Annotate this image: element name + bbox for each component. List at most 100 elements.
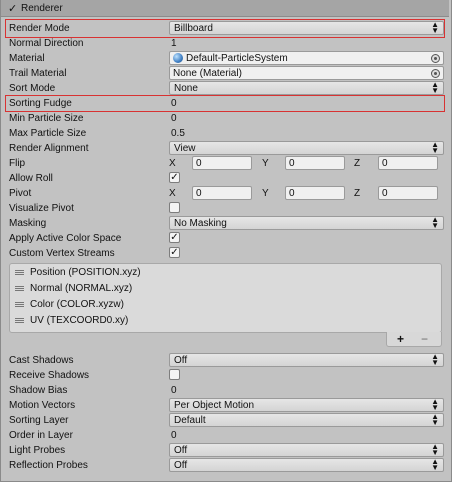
light-probes-dropdown[interactable]: Off ▲ ▼	[169, 443, 444, 457]
pivot-label: Pivot	[9, 188, 32, 199]
material-row: Material Default-ParticleSystem	[0, 51, 452, 66]
flip-y-value: 0	[289, 158, 295, 169]
flip-x-field[interactable]: 0	[192, 156, 252, 170]
receive-shadows-label: Receive Shadows	[9, 370, 90, 381]
masking-label: Masking	[9, 218, 47, 229]
add-stream-button[interactable]: +	[397, 332, 404, 346]
max-particle-size-value[interactable]: 0.5	[171, 128, 185, 139]
cast-shadows-dropdown[interactable]: Off ▲ ▼	[169, 353, 444, 367]
pivot-x-field[interactable]: 0	[192, 186, 252, 200]
min-particle-size-label: Min Particle Size	[9, 113, 84, 124]
allow-roll-checkbox[interactable]: ✓	[169, 172, 180, 183]
reflection-probes-row: Reflection Probes Off ▲ ▼	[0, 458, 452, 473]
drag-handle-icon[interactable]	[15, 286, 24, 291]
custom-vertex-streams-checkbox[interactable]: ✓	[169, 247, 180, 258]
sort-mode-row: Sort Mode None ▲ ▼	[0, 81, 452, 96]
trail-material-field[interactable]: None (Material)	[169, 66, 444, 80]
dropdown-arrow-icon: ▲ ▼	[431, 397, 439, 412]
drag-handle-icon[interactable]	[15, 318, 24, 323]
masking-dropdown[interactable]: No Masking ▲ ▼	[169, 216, 444, 230]
normal-direction-row: Normal Direction 1	[0, 36, 452, 51]
order-in-layer-value[interactable]: 0	[171, 430, 177, 441]
drag-handle-icon[interactable]	[15, 302, 24, 307]
motion-vectors-label: Motion Vectors	[9, 400, 76, 411]
dropdown-arrow-icon: ▲ ▼	[431, 352, 439, 367]
sorting-fudge-highlight	[5, 95, 445, 112]
motion-vectors-dropdown[interactable]: Per Object Motion ▲ ▼	[169, 398, 444, 412]
flip-y-label[interactable]: Y	[262, 158, 269, 169]
min-particle-size-row: Min Particle Size 0	[0, 111, 452, 126]
material-field[interactable]: Default-ParticleSystem	[169, 51, 444, 65]
dropdown-arrow-icon: ▲ ▼	[431, 80, 439, 95]
motion-vectors-value: Per Object Motion	[174, 400, 255, 411]
object-picker-icon[interactable]	[431, 69, 440, 78]
dropdown-arrow-icon: ▲ ▼	[431, 457, 439, 472]
pivot-y-field[interactable]: 0	[285, 186, 345, 200]
apply-active-color-space-checkbox[interactable]: ✓	[169, 232, 180, 243]
visualize-pivot-label: Visualize Pivot	[9, 203, 74, 214]
reflection-probes-value: Off	[174, 460, 188, 471]
shadow-bias-row: Shadow Bias 0	[0, 383, 452, 398]
sorting-layer-label: Sorting Layer	[9, 415, 69, 426]
render-alignment-value: View	[174, 143, 196, 154]
visualize-pivot-checkbox[interactable]	[169, 202, 180, 213]
dropdown-arrow-icon: ▲ ▼	[431, 442, 439, 457]
list-footer: + −	[386, 332, 442, 347]
receive-shadows-checkbox[interactable]	[169, 369, 180, 380]
renderer-module-header[interactable]: ✓ Renderer	[1, 0, 449, 17]
pivot-y-value: 0	[289, 188, 295, 199]
custom-vertex-streams-label: Custom Vertex Streams	[9, 248, 115, 259]
list-item[interactable]: Normal (NORMAL.xyz)	[10, 280, 443, 296]
cast-shadows-label: Cast Shadows	[9, 355, 74, 366]
order-in-layer-label: Order in Layer	[9, 430, 73, 441]
dropdown-arrow-icon: ▲ ▼	[431, 215, 439, 230]
module-title: Renderer	[21, 3, 63, 14]
sorting-layer-value: Default	[174, 415, 206, 426]
order-in-layer-row: Order in Layer 0	[0, 428, 452, 443]
vertex-streams-list: Position (POSITION.xyz) Normal (NORMAL.x…	[9, 263, 442, 333]
allow-roll-row: Allow Roll ✓	[0, 171, 452, 186]
list-item[interactable]: Position (POSITION.xyz)	[10, 264, 443, 280]
custom-vertex-streams-row: Custom Vertex Streams ✓	[0, 246, 452, 261]
trail-material-label: Trail Material	[9, 68, 67, 79]
light-probes-row: Light Probes Off ▲ ▼	[0, 443, 452, 458]
pivot-y-label[interactable]: Y	[262, 188, 269, 199]
trail-material-value: None (Material)	[173, 68, 242, 79]
pivot-z-label[interactable]: Z	[354, 188, 360, 199]
flip-z-field[interactable]: 0	[378, 156, 438, 170]
sort-mode-label: Sort Mode	[9, 83, 56, 94]
module-enabled-checkbox[interactable]: ✓	[8, 2, 17, 15]
reflection-probes-label: Reflection Probes	[9, 460, 88, 471]
apply-active-color-space-label: Apply Active Color Space	[9, 233, 122, 244]
light-probes-value: Off	[174, 445, 188, 456]
reflection-probes-dropdown[interactable]: Off ▲ ▼	[169, 458, 444, 472]
allow-roll-label: Allow Roll	[9, 173, 53, 184]
list-item[interactable]: Color (COLOR.xyzw)	[10, 296, 443, 312]
light-probes-label: Light Probes	[9, 445, 66, 456]
sorting-layer-row: Sorting Layer Default ▲ ▼	[0, 413, 452, 428]
pivot-z-field[interactable]: 0	[378, 186, 438, 200]
pivot-x-label[interactable]: X	[169, 188, 176, 199]
masking-value: No Masking	[174, 218, 227, 229]
min-particle-size-value[interactable]: 0	[171, 113, 177, 124]
sorting-layer-dropdown[interactable]: Default ▲ ▼	[169, 413, 444, 427]
remove-stream-button[interactable]: −	[421, 332, 428, 346]
pivot-row: Pivot X 0 Y 0 Z 0	[0, 186, 452, 201]
material-sphere-icon	[173, 53, 183, 63]
pivot-z-value: 0	[382, 188, 388, 199]
render-alignment-label: Render Alignment	[9, 143, 89, 154]
list-item[interactable]: UV (TEXCOORD0.xy)	[10, 312, 443, 328]
vertex-stream-label: Normal (NORMAL.xyz)	[30, 283, 133, 294]
flip-x-label[interactable]: X	[169, 158, 176, 169]
render-alignment-dropdown[interactable]: View ▲ ▼	[169, 141, 444, 155]
normal-direction-value[interactable]: 1	[171, 38, 177, 49]
object-picker-icon[interactable]	[431, 54, 440, 63]
flip-z-label[interactable]: Z	[354, 158, 360, 169]
flip-y-field[interactable]: 0	[285, 156, 345, 170]
flip-row: Flip X 0 Y 0 Z 0	[0, 156, 452, 171]
flip-label: Flip	[9, 158, 26, 169]
shadow-bias-value[interactable]: 0	[171, 385, 177, 396]
drag-handle-icon[interactable]	[15, 270, 24, 275]
sort-mode-dropdown[interactable]: None ▲ ▼	[169, 81, 444, 95]
trail-material-row: Trail Material None (Material)	[0, 66, 452, 81]
